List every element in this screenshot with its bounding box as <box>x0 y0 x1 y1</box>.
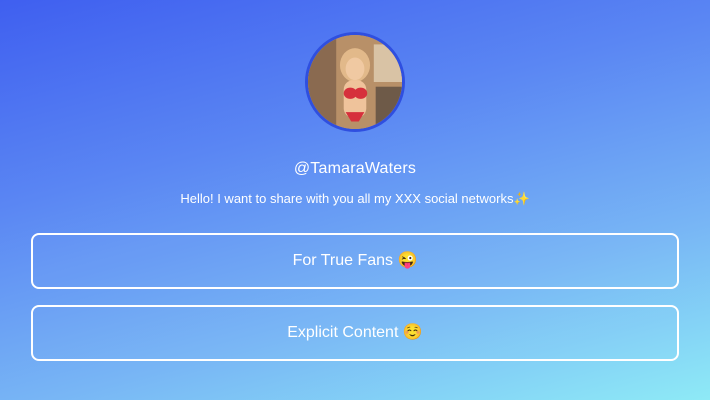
link-label: Explicit Content ☺️ <box>287 324 423 341</box>
bio-text: Hello! I want to share with you all my X… <box>180 191 530 206</box>
link-button-true-fans[interactable]: For True Fans 😜 <box>31 233 679 289</box>
avatar[interactable] <box>305 32 405 132</box>
link-label: For True Fans 😜 <box>292 252 418 269</box>
avatar-photo <box>308 35 402 129</box>
profile-header: @TamaraWaters Hello! I want to share wit… <box>0 0 710 207</box>
username: @TamaraWaters <box>293 160 417 177</box>
link-button-explicit-content[interactable]: Explicit Content ☺️ <box>31 305 679 361</box>
link-list: For True Fans 😜 Explicit Content ☺️ <box>31 233 679 377</box>
